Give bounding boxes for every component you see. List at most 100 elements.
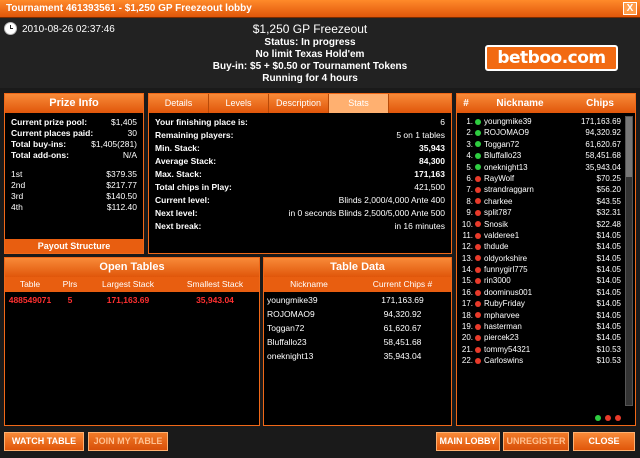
prize-label: Total add-ons:	[11, 150, 69, 160]
player-row[interactable]: 15. rin3000 $14.05	[457, 275, 635, 286]
player-rank: 20.	[461, 333, 473, 343]
stats-label: Next break:	[155, 221, 202, 231]
player-row[interactable]: 11. valderee1 $14.05	[457, 230, 635, 241]
player-row[interactable]: 19. hasterman $14.05	[457, 321, 635, 332]
player-chips: 171,163.69	[580, 117, 621, 126]
player-row[interactable]: 5. oneknight13 35,943.04	[457, 162, 635, 173]
stats-value: 171,163	[414, 169, 445, 179]
unregister-button[interactable]: UNREGISTER	[503, 432, 569, 451]
close-window-button[interactable]: X	[623, 2, 637, 15]
place-value: $112.40	[106, 202, 137, 212]
seat-nickname: Toggan72	[267, 323, 305, 333]
payout-structure-button[interactable]: Payout Structure	[5, 239, 143, 253]
player-nickname: thdude	[484, 242, 509, 252]
player-chips: $14.05	[596, 310, 621, 320]
players-scrollbar[interactable]	[625, 116, 633, 406]
scrollbar-thumb[interactable]	[626, 117, 632, 177]
player-rank: 5.	[466, 162, 473, 172]
player-nickname: oneknight13	[484, 162, 528, 172]
stats-value: 6	[440, 117, 445, 127]
col-players[interactable]: Plrs	[55, 277, 85, 292]
stats-value: 5 on 1 tables	[396, 130, 445, 140]
prize-row: Current prize pool: $1,405	[5, 117, 143, 128]
seat-nickname: oneknight13	[267, 351, 314, 361]
table-data-row[interactable]: ROJOMAO9 94,320.92	[264, 307, 451, 321]
player-nickname: valderee1	[484, 230, 520, 240]
place-label: 2nd	[11, 180, 26, 190]
col-nickname[interactable]: Nickname	[475, 94, 565, 113]
player-chips: $56.20	[596, 185, 621, 195]
stats-tabs: Details Levels Description Stats	[149, 94, 451, 113]
tab-details[interactable]: Details	[149, 94, 209, 113]
stats-row: Max. Stack: 171,163	[149, 168, 451, 181]
place-value: $140.50	[106, 191, 137, 201]
player-row[interactable]: 16. doominus001 $14.05	[457, 287, 635, 298]
tab-description[interactable]: Description	[269, 94, 329, 113]
stats-row: Next level: in 0 seconds Blinds 2,500/5,0…	[149, 207, 451, 220]
player-nickname: Toggan72	[484, 139, 520, 149]
col-smallest-stack[interactable]: Smallest Stack	[171, 277, 259, 292]
table-id: 488549071	[8, 295, 52, 305]
player-row[interactable]: 17. RubyFriday $14.05	[457, 298, 635, 309]
tab-levels[interactable]: Levels	[209, 94, 269, 113]
player-chips: $10.53	[596, 344, 621, 354]
running-time: Running for 4 hours	[262, 73, 358, 84]
player-row[interactable]: 13. oldyorkshire $14.05	[457, 253, 635, 264]
player-nickname: tommy54321	[484, 344, 531, 354]
player-row[interactable]: 2. ROJOMAO9 94,320.92	[457, 127, 635, 138]
player-nickname: strandraggarn	[484, 185, 534, 195]
player-row[interactable]: 9. split787 $32.31	[457, 207, 635, 218]
watch-table-button[interactable]: WATCH TABLE	[4, 432, 84, 451]
col-current-chips[interactable]: Current Chips #	[354, 277, 451, 292]
active-status-icon	[475, 141, 481, 148]
player-chips: $14.05	[596, 230, 621, 240]
active-status-icon	[475, 118, 481, 125]
table-data-row[interactable]: Bluffallo23 58,451.68	[264, 335, 451, 349]
player-row[interactable]: 3. Toggan72 61,620.67	[457, 139, 635, 150]
table-data-row[interactable]: oneknight13 35,943.04	[264, 349, 451, 363]
player-row[interactable]: 12. thdude $14.05	[457, 241, 635, 252]
place-value: $379.35	[106, 169, 137, 179]
table-data-row[interactable]: youngmike39 171,163.69	[264, 293, 451, 307]
player-row[interactable]: 7. strandraggarn $56.20	[457, 184, 635, 195]
active-status-icon	[475, 152, 481, 159]
player-row[interactable]: 1. youngmike39 171,163.69	[457, 116, 635, 127]
players-list-panel: # Nickname Chips 1. youngmike39 171,163.69…	[456, 93, 636, 426]
player-row[interactable]: 22. Carloswins $10.53	[457, 355, 635, 366]
player-row[interactable]: 10. Snosik $22.48	[457, 219, 635, 230]
player-row[interactable]: 21. tommy54321 $10.53	[457, 344, 635, 355]
join-my-table-button[interactable]: JOIN MY TABLE	[88, 432, 168, 451]
prize-label: Total buy-ins:	[11, 139, 67, 149]
col-table[interactable]: Table	[5, 277, 55, 292]
col-chips[interactable]: Chips	[565, 94, 635, 113]
stats-row: Remaining players: 5 on 1 tables	[149, 129, 451, 142]
stats-value: in 16 minutes	[394, 221, 445, 231]
prize-info-title: Prize Info	[5, 94, 143, 113]
player-nickname: hasterman	[484, 322, 522, 332]
table-largest-stack: 171,163.69	[106, 295, 150, 305]
player-rank: 1.	[466, 117, 473, 126]
eliminated-status-icon	[475, 312, 481, 319]
close-button[interactable]: CLOSE	[573, 432, 635, 451]
eliminated-status-icon	[475, 198, 481, 205]
eliminated-status-icon	[475, 221, 481, 228]
open-tables-title: Open Tables	[5, 258, 259, 277]
player-rank: 13.	[461, 253, 473, 263]
open-table-row[interactable]: 488549071 5 171,163.69 35,943.04	[5, 294, 259, 306]
stats-value: Blinds 2,000/4,000 Ante 400	[338, 195, 445, 205]
main-lobby-button[interactable]: MAIN LOBBY	[436, 432, 500, 451]
col-largest-stack[interactable]: Largest Stack	[85, 277, 171, 292]
player-row[interactable]: 4. Bluffallo23 58,451.68	[457, 150, 635, 161]
stats-label: Next level:	[155, 208, 198, 218]
col-rank[interactable]: #	[457, 94, 475, 113]
eliminated-status-icon	[475, 209, 481, 216]
table-data-row[interactable]: Toggan72 61,620.67	[264, 321, 451, 335]
player-row[interactable]: 8. charkee $43.55	[457, 196, 635, 207]
tab-stats[interactable]: Stats	[329, 94, 389, 113]
player-row[interactable]: 14. funnygirl775 $14.05	[457, 264, 635, 275]
col-nickname[interactable]: Nickname	[264, 277, 354, 292]
player-row[interactable]: 20. piercek23 $14.05	[457, 332, 635, 343]
player-rank: 11.	[462, 230, 473, 240]
player-row[interactable]: 18. mpharvee $14.05	[457, 310, 635, 321]
player-row[interactable]: 6. RayWolf $70.25	[457, 173, 635, 184]
